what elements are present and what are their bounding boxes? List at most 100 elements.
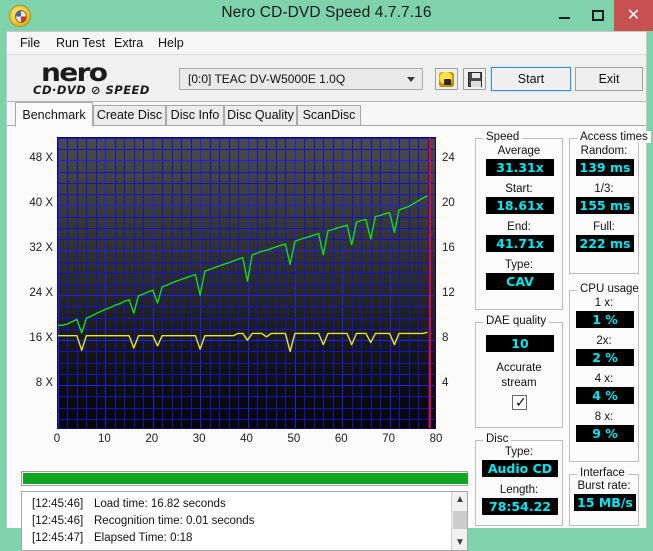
log-entry-text: Elapsed Time: 0:18	[94, 532, 193, 544]
disc-length-label: Length:	[499, 484, 539, 496]
drive-select[interactable]: [0:0] TEAC DV-W5000E 1.0Q	[179, 68, 423, 90]
menu-extra[interactable]: Extra	[109, 35, 148, 52]
panel-disc: Disc Type: Audio CD Length: 78:54.22	[475, 433, 563, 526]
tab-benchmark[interactable]: Benchmark	[15, 102, 93, 127]
cpu-8x-value: 9 %	[576, 425, 634, 442]
title-bar: Nero CD-DVD Speed 4.7.7.16 ✕	[0, 0, 653, 31]
y-axis-right-tick: 20	[442, 197, 455, 210]
log-entry-time: [12:45:46]	[32, 498, 84, 510]
log-panel[interactable]: [12:45:46] Load time: 16.82 seconds [12:4…	[21, 491, 468, 551]
access-random-value: 139 ms	[576, 159, 634, 176]
checkmark-icon: ✓	[515, 394, 527, 410]
logo-subtitle: CD·DVD ⊘ SPEED	[33, 83, 150, 97]
cpu-8x-label: 8 x:	[594, 411, 614, 423]
x-axis-tick: 80	[429, 433, 443, 445]
end-marker-line	[428, 138, 431, 428]
y-axis-right-tick: 12	[442, 287, 455, 300]
chart-svg	[58, 138, 435, 428]
cpu-1x-value: 1 %	[576, 311, 634, 328]
app-window: Nero CD-DVD Speed 4.7.7.16 ✕ File Run Te…	[0, 0, 653, 551]
start-button[interactable]: Start	[490, 66, 572, 92]
x-axis-tick: 40	[240, 433, 253, 445]
speed-average-label: Average	[497, 145, 541, 157]
y-axis-left-tick: 32 X	[29, 242, 53, 255]
minimize-button[interactable]	[548, 0, 581, 31]
minimize-icon	[559, 17, 570, 19]
x-axis-tick: 30	[192, 433, 206, 445]
access-random-label: Random:	[580, 145, 628, 157]
x-axis-tick: 10	[97, 433, 111, 445]
floppy-save-icon	[468, 72, 482, 87]
log-entry-time: [12:45:47]	[32, 532, 84, 544]
x-axis-tick: 70	[382, 433, 396, 445]
cpu-2x-label: 2x:	[596, 335, 612, 347]
panel-cpu-usage: CPU usage 1 x: 1 % 2x: 2 % 4 x: 4 % 8 x:…	[569, 283, 642, 462]
panel-dae-quality: DAE quality 10 Accurate stream ✓	[475, 315, 563, 428]
menu-help[interactable]: Help	[153, 35, 189, 52]
save-results-button[interactable]	[463, 68, 486, 90]
access-third-value: 155 ms	[576, 197, 634, 214]
chevron-down-icon	[407, 77, 415, 82]
menu-run-test[interactable]: Run Test	[51, 35, 110, 52]
panel-speed-legend: Speed	[483, 131, 523, 143]
accurate-stream-label-2: stream	[501, 377, 537, 389]
disc-length-value: 78:54.22	[482, 498, 558, 515]
log-entry-time: [12:45:46]	[32, 515, 84, 527]
benchmark-pane: 8 X 16 X 24 X 32 X 40 X 48 X 4 8 12 16 20 24 0 10 20…	[7, 126, 651, 551]
speed-type-label: Type:	[504, 259, 534, 271]
y-axis-left-tick: 40 X	[29, 197, 53, 210]
benchmark-chart: 8 X 16 X 24 X 32 X 40 X 48 X 4 8 12 16 20 24 0 10 20…	[15, 131, 470, 466]
accurate-stream-checkbox[interactable]: ✓	[512, 394, 527, 410]
drive-select-value: [0:0] TEAC DV-W5000E 1.0Q	[188, 72, 346, 86]
maximize-button[interactable]	[581, 0, 614, 31]
toolbar: nero CD·DVD ⊘ SPEED [0:0] TEAC DV-W5000E…	[7, 55, 646, 102]
panel-speed: Speed Average 31.31x Start: 18.61x End: …	[475, 131, 563, 310]
speed-end-label: End:	[507, 221, 531, 233]
tab-disc-quality[interactable]: Disc Quality	[224, 105, 297, 126]
accurate-stream-label-1: Accurate	[496, 362, 542, 374]
cpu-2x-value: 2 %	[576, 349, 634, 366]
chevron-down-icon[interactable]: ▼	[452, 535, 468, 550]
client-area: File Run Test Extra Help nero CD·DVD ⊘ S…	[6, 31, 651, 551]
close-button[interactable]: ✕	[614, 0, 653, 31]
menu-file[interactable]: File	[15, 35, 45, 52]
panel-interface: Interface Burst rate: 15 MB/s	[569, 467, 639, 526]
panel-access-times: Access times Random: 139 ms 1/3: 155 ms …	[569, 131, 651, 274]
tab-disc-info[interactable]: Disc Info	[166, 105, 224, 126]
cpu-4x-value: 4 %	[576, 387, 634, 404]
tab-strip: Benchmark Create Disc Disc Info Disc Qua…	[7, 102, 646, 127]
hand-speed-icon	[439, 72, 454, 87]
tab-scandisc[interactable]: ScanDisc	[297, 105, 361, 126]
y-axis-left-tick: 48 X	[29, 152, 53, 165]
log-scrollbar[interactable]: ▲ ▼	[451, 492, 467, 550]
access-full-value: 222 ms	[576, 235, 634, 252]
y-axis-right-tick: 4	[442, 377, 449, 390]
speed-end-value: 41.71x	[486, 235, 554, 252]
exit-button[interactable]: Exit	[575, 67, 643, 91]
scrollbar-thumb[interactable]	[453, 511, 467, 529]
cpu-1x-label: 1 x:	[594, 297, 614, 309]
log-entry: [12:45:47] Elapsed Time: 0:18	[32, 532, 192, 544]
x-axis-tick: 60	[334, 433, 348, 445]
x-axis-tick: 20	[145, 433, 159, 445]
x-axis-tick: 0	[53, 433, 61, 445]
burst-rate-label: Burst rate:	[577, 480, 631, 492]
chevron-up-icon[interactable]: ▲	[452, 492, 468, 507]
log-entry-text: Recognition time: 0.01 seconds	[94, 515, 255, 527]
burst-rate-value: 15 MB/s	[574, 494, 636, 511]
disc-type-label: Type:	[504, 446, 534, 458]
speed-start-value: 18.61x	[486, 197, 554, 214]
speed-settings-button[interactable]	[435, 68, 458, 90]
speed-type-value: CAV	[486, 273, 554, 290]
panel-dae-legend: DAE quality	[483, 315, 550, 327]
access-third-label: 1/3:	[594, 183, 614, 195]
speed-start-label: Start:	[505, 183, 533, 195]
y-axis-right-tick: 24	[442, 152, 455, 165]
y-axis-left-tick: 24 X	[29, 287, 53, 300]
maximize-icon	[592, 10, 604, 21]
panel-interface-legend: Interface	[577, 467, 628, 479]
y-axis-right-tick: 8	[442, 332, 449, 345]
y-axis-left-tick: 16 X	[29, 332, 53, 345]
access-full-label: Full:	[593, 221, 615, 233]
tab-create-disc[interactable]: Create Disc	[93, 105, 166, 126]
